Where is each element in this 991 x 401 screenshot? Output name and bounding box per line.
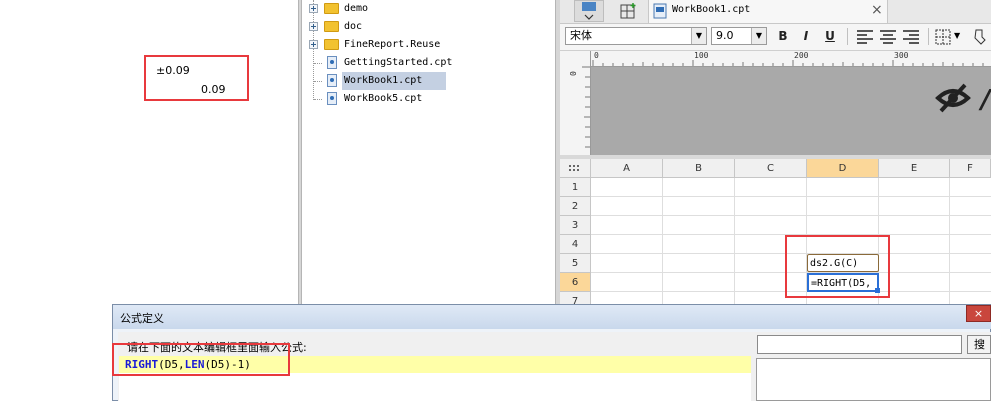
close-icon[interactable]: × [966, 305, 991, 322]
hidden-eye-icon[interactable] [935, 81, 975, 115]
highlight-box-formula [112, 343, 290, 376]
font-family-select[interactable]: 宋体 ▼ [565, 27, 707, 45]
folder-icon [324, 3, 339, 14]
font-size-select[interactable]: 9.0 ▼ [711, 27, 767, 45]
border-icon[interactable] [935, 29, 951, 45]
column-header-d[interactable]: D [807, 159, 879, 178]
horizontal-ruler: 0 100 200 300 [590, 51, 991, 67]
tree-item-label: doc [344, 21, 363, 32]
column-header-e[interactable]: E [879, 159, 950, 178]
partial-glyph: / [981, 85, 991, 115]
ruler-mark: 300 [894, 51, 909, 60]
vertical-ruler: 0 [560, 51, 591, 155]
chevron-down-icon[interactable]: ▼ [954, 31, 960, 40]
column-header-b[interactable]: B [663, 159, 735, 178]
tab-label: WorkBook1.cpt [672, 4, 751, 15]
ruler-mark: 0 [594, 51, 599, 60]
tree-item-workbook1[interactable]: WorkBook1.cpt [302, 72, 555, 90]
column-header-c[interactable]: C [735, 159, 807, 178]
tree-item-label: FineReport.Reuse [344, 39, 441, 50]
search-button[interactable]: 搜 [967, 335, 991, 354]
row-header-2[interactable]: 2 [560, 197, 591, 216]
function-search-input[interactable] [757, 335, 962, 354]
grid-dots-icon [569, 165, 579, 171]
close-tab-icon[interactable]: × [871, 2, 883, 18]
tree-item-label: WorkBook5.cpt [344, 93, 423, 104]
report-file-icon [327, 56, 337, 69]
new-report-button[interactable] [574, 0, 604, 22]
align-right-icon[interactable] [902, 30, 920, 44]
format-painter-icon[interactable] [972, 28, 988, 46]
row-header-3[interactable]: 3 [560, 216, 591, 235]
tree-item-gettingstarted[interactable]: GettingStarted.cpt [302, 54, 555, 72]
chevron-down-icon[interactable]: ▼ [751, 28, 766, 44]
bold-button[interactable]: B [775, 28, 791, 44]
folder-icon [324, 21, 339, 32]
tree-item-label: GettingStarted.cpt [344, 57, 453, 68]
tree-item-doc[interactable]: doc [302, 18, 555, 36]
row-header-1[interactable]: 1 [560, 178, 591, 197]
tree-item-label: WorkBook1.cpt [342, 72, 446, 90]
report-file-icon [653, 3, 667, 19]
ruler-mark: 100 [694, 51, 709, 60]
tab-bar: WorkBook1.cpt × [560, 0, 991, 24]
format-toolbar: 宋体 ▼ 9.0 ▼ B I U ▼ [560, 24, 991, 51]
folder-icon [324, 39, 339, 50]
underline-button[interactable]: U [822, 28, 838, 44]
row-header-5[interactable]: 5 [560, 254, 591, 273]
font-size-value: 9.0 [716, 29, 734, 42]
select-all-corner[interactable] [560, 159, 591, 178]
ruler-mark: 200 [794, 51, 809, 60]
tab-workbook1[interactable]: WorkBook1.cpt × [648, 0, 888, 23]
dialog-titlebar[interactable]: 公式定义 [113, 305, 991, 329]
row-header-6[interactable]: 6 [560, 273, 591, 292]
expand-icon[interactable] [309, 40, 318, 49]
report-file-icon [327, 74, 337, 87]
dialog-title: 公式定义 [120, 312, 164, 325]
font-family-value: 宋体 [570, 29, 592, 42]
align-center-icon[interactable] [879, 30, 897, 44]
expand-icon[interactable] [309, 22, 318, 31]
tree-item-demo[interactable]: demo [302, 0, 555, 18]
expand-icon[interactable] [309, 4, 318, 13]
chevron-down-icon[interactable]: ▼ [691, 28, 706, 44]
highlight-box-cells [785, 235, 890, 298]
highlight-box-values [144, 55, 249, 101]
report-file-icon [327, 92, 337, 105]
italic-button[interactable]: I [798, 28, 814, 44]
function-list[interactable] [756, 358, 991, 401]
column-header-f[interactable]: F [950, 159, 991, 178]
tree-item-label: demo [344, 3, 369, 14]
tree-item-finereport-reuse[interactable]: FineReport.Reuse [302, 36, 555, 54]
row-header-4[interactable]: 4 [560, 235, 591, 254]
formula-editor-body[interactable] [119, 373, 751, 401]
column-header-a[interactable]: A [591, 159, 663, 178]
tree-item-workbook5[interactable]: WorkBook5.cpt [302, 90, 555, 108]
insert-grid-icon[interactable] [620, 2, 640, 21]
align-left-icon[interactable] [856, 30, 874, 44]
